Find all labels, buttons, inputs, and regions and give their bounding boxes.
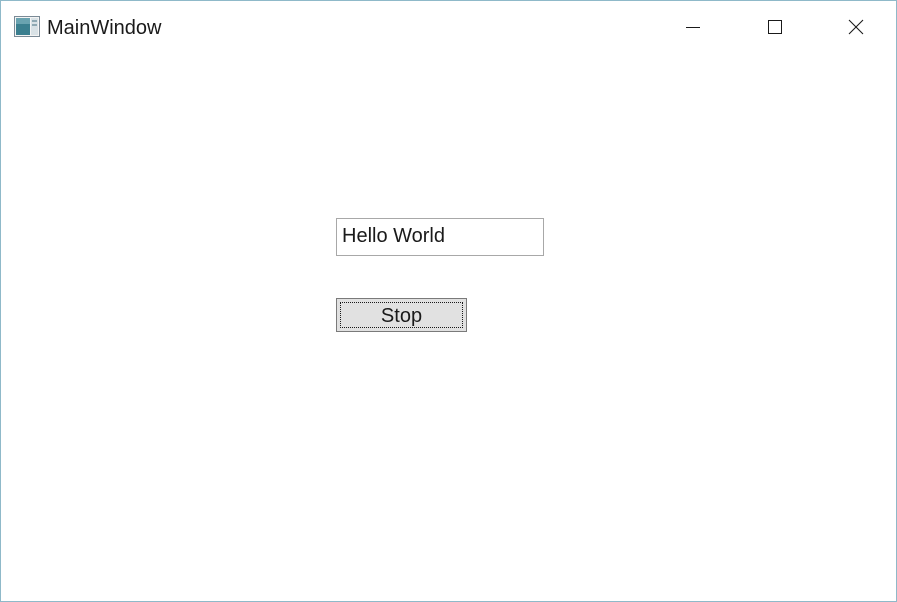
app-icon [14,16,40,37]
close-icon [848,19,864,35]
hello-text-field[interactable]: Hello World [336,218,544,256]
maximize-button[interactable] [745,1,805,53]
minimize-icon [686,27,700,28]
close-button[interactable] [826,1,886,53]
stop-button[interactable]: Stop [336,298,467,332]
text-field-value: Hello World [342,225,445,247]
main-window: MainWindow Hello World Stop [0,0,897,602]
title-bar[interactable]: MainWindow [1,1,896,53]
window-title: MainWindow [47,17,162,39]
minimize-button[interactable] [663,1,723,53]
maximize-icon [768,20,782,34]
stop-button-label: Stop [380,305,423,327]
